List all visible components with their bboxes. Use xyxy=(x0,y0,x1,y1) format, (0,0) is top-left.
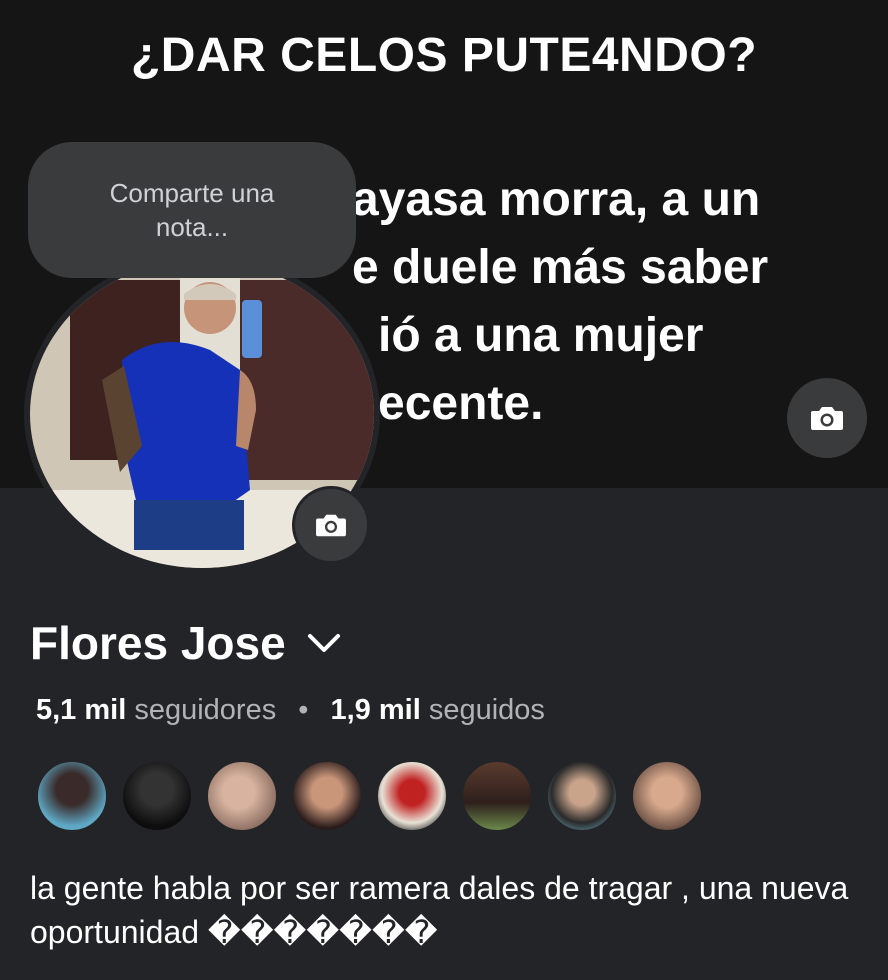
profile-name-row[interactable]: Flores Jose xyxy=(30,616,344,670)
cover-text-line-1: ayasa morra, a un xyxy=(352,173,761,226)
friend-avatar[interactable] xyxy=(376,760,448,832)
stats-separator: • xyxy=(298,694,309,726)
friend-avatar[interactable] xyxy=(546,760,618,832)
edit-profile-picture-button[interactable] xyxy=(292,486,370,564)
edit-cover-photo-button[interactable] xyxy=(787,378,867,458)
followers-count[interactable]: 5,1 mil xyxy=(36,694,126,726)
share-note-bubble[interactable]: Comparte una nota... xyxy=(28,142,356,278)
cover-text-line-3: ió a una mujer xyxy=(378,309,704,362)
camera-icon xyxy=(316,514,346,537)
friend-avatar[interactable] xyxy=(206,760,278,832)
camera-icon xyxy=(811,407,843,430)
cover-text-line-4: ecente. xyxy=(378,377,544,430)
friend-avatar[interactable] xyxy=(631,760,703,832)
share-note-placeholder: Comparte una nota... xyxy=(109,178,275,242)
chevron-down-icon[interactable] xyxy=(304,628,344,658)
friend-avatar[interactable] xyxy=(36,760,108,832)
profile-stats: 5,1 mil seguidores • 1,9 mil seguidos xyxy=(36,694,545,727)
cover-title: ¿DAR CELOS PUTE4NDO? xyxy=(130,29,758,82)
profile-picture-container xyxy=(18,248,390,578)
profile-name: Flores Jose xyxy=(30,617,286,669)
friends-avatar-row xyxy=(36,760,703,832)
friend-avatar[interactable] xyxy=(121,760,193,832)
following-count[interactable]: 1,9 mil xyxy=(331,694,421,726)
friend-avatar[interactable] xyxy=(461,760,533,832)
cover-text-line-2: e duele más saber xyxy=(352,241,769,294)
profile-bio: la gente habla por ser ramera dales de t… xyxy=(30,870,849,950)
following-label[interactable]: seguidos xyxy=(429,694,545,726)
followers-label[interactable]: seguidores xyxy=(134,694,276,726)
friend-avatar[interactable] xyxy=(291,760,363,832)
